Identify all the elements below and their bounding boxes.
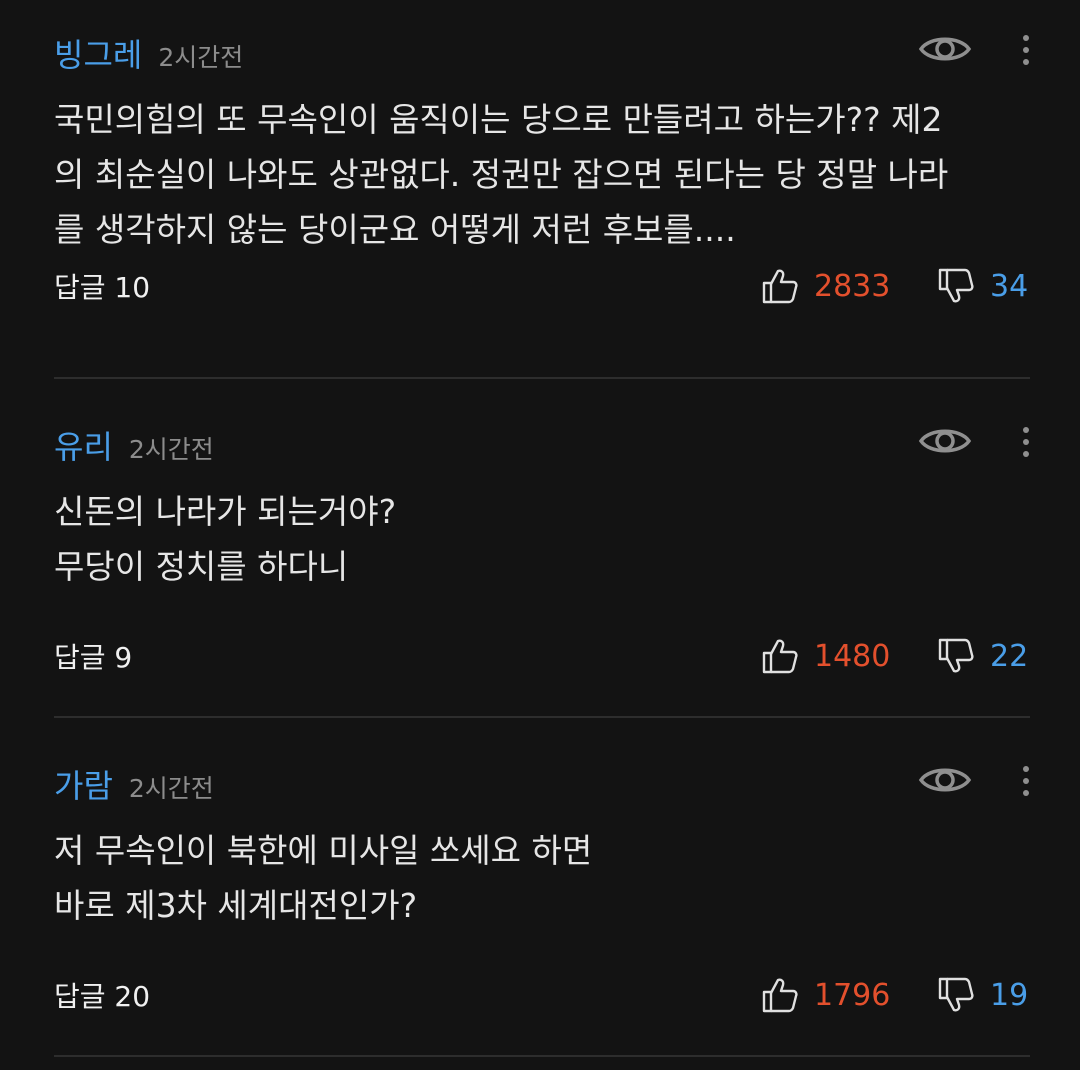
comment-body: 국민의힘의 또 무속인이 움직이는 당으로 만들려고 하는가?? 제2 의 최순… (54, 92, 1034, 257)
thumbs-down-icon (938, 977, 974, 1012)
more-vertical-icon[interactable] (1008, 763, 1044, 799)
like-count: 1796 (814, 977, 891, 1013)
eye-icon[interactable] (918, 763, 972, 797)
divider (54, 716, 1030, 718)
comment-line: 저 무속인이 북한에 미사일 쏘세요 하면 (54, 831, 593, 870)
thumbs-up-icon (762, 639, 798, 674)
comment-line: 신돈의 나라가 되는거야? (54, 492, 397, 531)
eye-icon[interactable] (918, 424, 972, 458)
reply-button[interactable]: 답글 9 (54, 636, 132, 676)
eye-icon[interactable] (918, 32, 972, 66)
comment-time: 2시간전 (128, 435, 214, 464)
more-vertical-icon[interactable] (1008, 424, 1044, 460)
comment-meta: 가람 2시간전 (54, 761, 214, 805)
comment-item: 가람 2시간전 저 무속인이 북한에 미사일 쏘세요 하면 바로 제3차 세계대… (0, 731, 1080, 1070)
comment-time: 2시간전 (128, 774, 214, 803)
comment-line: 국민의힘의 또 무속인이 움직이는 당으로 만들려고 하는가?? 제2 (54, 100, 943, 139)
comment-time: 2시간전 (158, 43, 244, 72)
like-button[interactable]: 1796 (760, 975, 890, 1015)
divider (54, 377, 1030, 379)
dislike-count: 34 (990, 268, 1029, 304)
comment-meta: 빙그레 2시간전 (54, 30, 243, 74)
comment-line: 바로 제3차 세계대전인가? (54, 886, 418, 925)
thumbs-up-icon (762, 269, 798, 304)
dislike-button[interactable]: 19 (936, 975, 1028, 1015)
comment-body: 신돈의 나라가 되는거야? 무당이 정치를 하다니 (54, 484, 1034, 594)
thumbs-up-icon (762, 978, 798, 1013)
dislike-count: 22 (990, 638, 1029, 674)
comment-body: 저 무속인이 북한에 미사일 쏘세요 하면 바로 제3차 세계대전인가? (54, 823, 1034, 933)
reply-button[interactable]: 답글 10 (54, 266, 150, 306)
divider (54, 1055, 1030, 1057)
dislike-count: 19 (990, 977, 1029, 1013)
comment-line: 의 최순실이 나와도 상관없다. 정권만 잡으면 된다는 당 정말 나라 (54, 155, 949, 194)
thumbs-down-icon (938, 268, 974, 303)
like-count: 2833 (814, 268, 891, 304)
comment-author[interactable]: 유리 (54, 422, 113, 468)
comment-author[interactable]: 빙그레 (54, 30, 142, 76)
dislike-button[interactable]: 22 (936, 636, 1028, 676)
comment-author[interactable]: 가람 (54, 761, 113, 807)
reply-button[interactable]: 답글 20 (54, 975, 150, 1015)
thumbs-down-icon (938, 638, 974, 673)
comment-item: 빙그레 2시간전 국민의힘의 또 무속인이 움직이는 당으로 만들려고 하는가?… (0, 0, 1080, 379)
like-button[interactable]: 1480 (760, 636, 890, 676)
comment-line: 를 생각하지 않는 당이군요 어떻게 저런 후보를.... (54, 210, 736, 249)
more-vertical-icon[interactable] (1008, 32, 1044, 68)
like-count: 1480 (814, 638, 891, 674)
like-button[interactable]: 2833 (760, 266, 890, 306)
comment-meta: 유리 2시간전 (54, 422, 214, 466)
comment-item: 유리 2시간전 신돈의 나라가 되는거야? 무당이 정치를 하다니 답글 9 1… (0, 392, 1080, 731)
comment-line: 무당이 정치를 하다니 (54, 547, 349, 586)
dislike-button[interactable]: 34 (936, 266, 1028, 306)
